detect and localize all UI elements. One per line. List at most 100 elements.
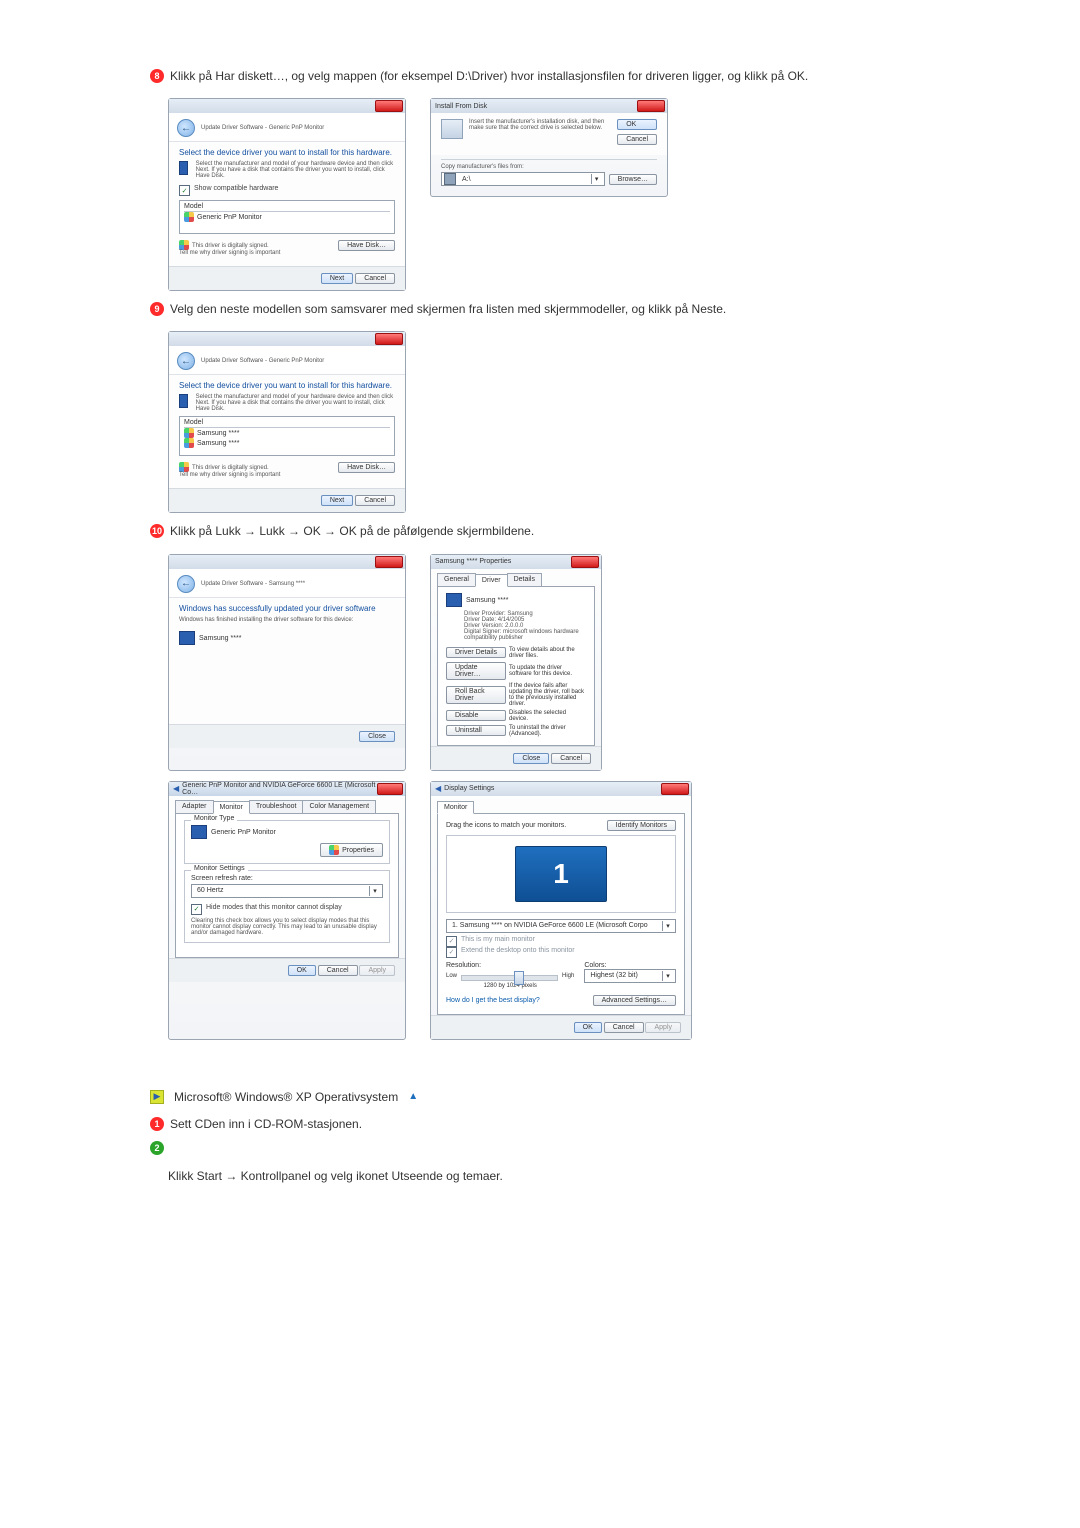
checkbox-extend-desktop: ✓ <box>446 947 457 958</box>
back-icon[interactable]: ← <box>177 352 195 370</box>
checkbox-show-compatible[interactable]: ✓ <box>179 185 190 196</box>
best-display-link[interactable]: How do I get the best display? <box>446 997 540 1004</box>
back-icon[interactable]: ← <box>177 119 195 137</box>
step-bullet-8: 8 <box>150 69 164 83</box>
back-icon[interactable]: ← <box>177 575 195 593</box>
resolution-value: 1280 by 1024 pixels <box>446 983 574 989</box>
model-listbox[interactable]: Model Samsung **** Samsung **** <box>179 416 395 456</box>
monitor-icon <box>179 161 188 175</box>
slider-low-label: Low <box>446 973 457 979</box>
colors-label: Colors: <box>584 962 676 969</box>
ok-button[interactable]: OK <box>617 119 657 130</box>
colors-dropdown[interactable]: Highest (32 bit) ▾ <box>584 969 676 983</box>
window-install-from-disk: Install From Disk Insert the manufacture… <box>430 98 668 197</box>
breadcrumb: Update Driver Software - Generic PnP Mon… <box>201 125 324 131</box>
tab-color-management[interactable]: Color Management <box>302 800 376 813</box>
model-listbox[interactable]: Model Generic PnP Monitor <box>179 200 395 234</box>
wizard-subtext: Select the manufacturer and model of you… <box>196 394 395 412</box>
wizard-heading: Select the device driver you want to ins… <box>179 148 395 157</box>
advanced-settings-button[interactable]: Advanced Settings… <box>593 995 676 1006</box>
monitor-settings-legend: Monitor Settings <box>191 865 248 872</box>
properties-button[interactable]: Properties <box>320 843 383 857</box>
tab-monitor[interactable]: Monitor <box>213 801 250 814</box>
disable-button[interactable]: Disable <box>446 710 506 721</box>
close-icon[interactable] <box>637 100 665 112</box>
step-text-10: Klikk på Lukk → Lukk → OK → OK på de påf… <box>170 523 534 539</box>
chevron-down-icon[interactable]: ▾ <box>662 921 673 931</box>
close-icon[interactable] <box>661 783 689 795</box>
show-compatible-label: Show compatible hardware <box>194 185 278 192</box>
step-text-xp-1: Sett CDen inn i CD-ROM-stasjonen. <box>170 1116 362 1132</box>
cancel-button[interactable]: Cancel <box>318 965 358 976</box>
have-disk-button[interactable]: Have Disk… <box>338 240 395 251</box>
model-item[interactable]: Samsung **** <box>197 440 239 447</box>
model-column-header: Model <box>184 203 390 212</box>
shield-icon <box>179 240 189 250</box>
close-icon[interactable] <box>377 783 403 795</box>
step-bullet-xp-1: 1 <box>150 1117 164 1131</box>
tab-troubleshoot[interactable]: Troubleshoot <box>249 800 304 813</box>
chevron-down-icon[interactable]: ▾ <box>591 174 602 184</box>
model-item[interactable]: Samsung **** <box>197 430 239 437</box>
display-glyph-icon: ◀ <box>435 784 441 793</box>
hide-modes-label: Hide modes that this monitor cannot disp… <box>206 904 342 911</box>
resolution-slider[interactable] <box>461 975 558 981</box>
checkbox-main-monitor: ✓ <box>446 936 457 947</box>
tab-details[interactable]: Details <box>507 573 542 586</box>
browse-button[interactable]: Browse… <box>609 174 657 185</box>
shield-icon <box>329 845 339 855</box>
up-triangle-icon[interactable]: ▲ <box>408 1091 418 1102</box>
have-disk-button[interactable]: Have Disk… <box>338 462 395 473</box>
slider-thumb[interactable] <box>514 971 524 985</box>
chevron-down-icon[interactable]: ▾ <box>662 971 673 981</box>
tab-monitor[interactable]: Monitor <box>437 801 474 814</box>
cancel-button[interactable]: Cancel <box>355 273 395 284</box>
section-play-icon: ▶ <box>150 1090 164 1104</box>
extend-desktop-label: Extend the desktop onto this monitor <box>461 947 575 954</box>
close-button[interactable]: Close <box>359 731 395 742</box>
monitor-tile[interactable]: 1 <box>515 846 607 902</box>
tab-general[interactable]: General <box>437 573 476 586</box>
disk-icon <box>441 119 463 139</box>
cancel-button[interactable]: Cancel <box>355 495 395 506</box>
shield-icon <box>179 462 189 472</box>
ok-button[interactable]: OK <box>574 1022 602 1033</box>
close-icon[interactable] <box>375 333 403 345</box>
cancel-button[interactable]: Cancel <box>617 134 657 145</box>
close-icon[interactable] <box>571 556 599 568</box>
resolution-label: Resolution: <box>446 962 574 969</box>
cancel-button[interactable]: Cancel <box>604 1022 644 1033</box>
why-signing-link[interactable]: Tell me why driver signing is important <box>179 250 280 256</box>
window-device-properties: Samsung **** Properties General Driver D… <box>430 554 602 771</box>
why-signing-link[interactable]: Tell me why driver signing is important <box>179 472 280 478</box>
monitor-selector-dropdown[interactable]: 1. Samsung **** on NVIDIA GeForce 6600 L… <box>446 919 676 933</box>
step-bullet-xp-2: 2 <box>150 1141 164 1155</box>
floppy-icon <box>444 173 456 185</box>
model-item[interactable]: Generic PnP Monitor <box>197 214 262 221</box>
tab-adapter[interactable]: Adapter <box>175 800 214 813</box>
device-name: Samsung **** <box>466 596 508 603</box>
close-icon[interactable] <box>375 100 403 112</box>
ok-button[interactable]: OK <box>288 965 316 976</box>
next-button[interactable]: Next <box>321 273 353 284</box>
cancel-button[interactable]: Cancel <box>551 753 591 764</box>
tab-driver[interactable]: Driver <box>475 574 508 587</box>
apply-button[interactable]: Apply <box>359 965 395 976</box>
next-button[interactable]: Next <box>321 495 353 506</box>
rollback-driver-button[interactable]: Roll Back Driver <box>446 686 506 704</box>
close-button[interactable]: Close <box>513 753 549 764</box>
main-monitor-label: This is my main monitor <box>461 936 535 943</box>
path-dropdown[interactable]: A:\ ▾ <box>441 172 605 186</box>
chevron-down-icon[interactable]: ▾ <box>369 886 380 896</box>
apply-button[interactable]: Apply <box>645 1022 681 1033</box>
step-text-8: Klikk på Har diskett…, og velg mappen (f… <box>170 68 808 84</box>
checkbox-hide-modes[interactable]: ✓ <box>191 904 202 915</box>
update-driver-button[interactable]: Update Driver… <box>446 662 506 680</box>
uninstall-button[interactable]: Uninstall <box>446 725 506 736</box>
driver-details-button[interactable]: Driver Details <box>446 647 506 658</box>
close-icon[interactable] <box>375 556 403 568</box>
disable-desc: Disables the selected device. <box>509 710 586 722</box>
wizard-heading: Select the device driver you want to ins… <box>179 381 395 390</box>
identify-monitors-button[interactable]: Identify Monitors <box>607 820 676 831</box>
refresh-rate-dropdown[interactable]: 60 Hertz ▾ <box>191 884 383 898</box>
